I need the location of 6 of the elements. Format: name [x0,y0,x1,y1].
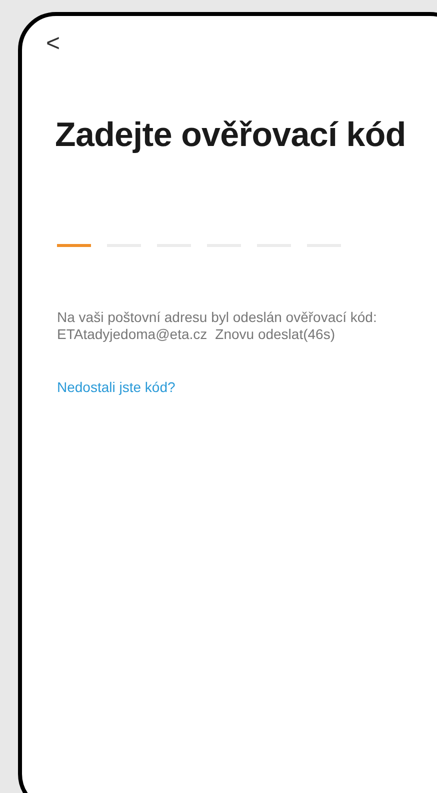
message-text: Na vaši poštovní adresu byl odeslán ověřovací kód: [57,308,378,326]
back-button[interactable]: < [42,32,64,56]
code-digit-slot[interactable] [57,244,91,247]
email-text: ETAtadyjedoma@eta.cz [57,326,208,343]
resend-countdown: Znovu odeslat(46s) [215,326,335,343]
page-title: Zadejte ověřovací kód [55,115,407,156]
